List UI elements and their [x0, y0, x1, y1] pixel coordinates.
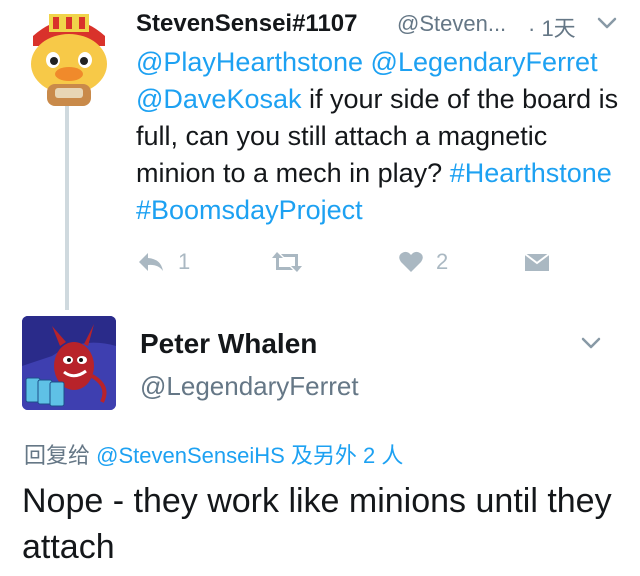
reply-context: 回复给 @StevenSenseiHS 及另外 2 人	[24, 438, 403, 470]
thread-connector-line	[65, 100, 69, 310]
reply-count: 1	[178, 249, 191, 274]
reply-others-link[interactable]: 及另外 2 人	[291, 443, 403, 468]
tweet-actions: 1 2	[136, 245, 556, 279]
retweet-icon	[270, 249, 304, 275]
direct-message-button[interactable]	[524, 245, 550, 279]
author-name[interactable]: Peter Whalen	[140, 328, 317, 360]
duck-avatar-icon	[19, 6, 119, 106]
mention-link[interactable]: @PlayHearthstone	[136, 47, 363, 77]
devil-avatar-icon	[22, 316, 116, 410]
like-button[interactable]: 2	[398, 245, 448, 279]
hashtag-link[interactable]: #BoomsdayProject	[136, 195, 363, 225]
retweet-button[interactable]	[270, 245, 304, 279]
reply-icon	[136, 250, 166, 274]
reply-to-handle-link[interactable]: @StevenSenseiHS	[96, 443, 285, 468]
avatar[interactable]	[19, 6, 119, 106]
author-handle[interactable]: @LegendaryFerret	[140, 371, 359, 402]
envelope-icon	[524, 251, 550, 273]
chevron-down-icon[interactable]	[596, 14, 618, 32]
author-handle[interactable]: @Steven...	[397, 11, 506, 37]
mention-link[interactable]: @LegendaryFerret	[371, 47, 598, 77]
author-name[interactable]: StevenSensei#1107	[136, 10, 358, 38]
tweet-text: @PlayHearthstone @LegendaryFerret @DaveK…	[136, 44, 631, 229]
like-count: 2	[436, 249, 449, 274]
tweet-text: Nope - they work like minions until they…	[22, 482, 612, 566]
reply-prefix: 回复给	[24, 443, 91, 468]
heart-icon	[398, 250, 424, 274]
hashtag-link[interactable]: #Hearthstone	[450, 158, 612, 188]
reply-button[interactable]: 1	[136, 245, 190, 279]
mention-link[interactable]: @DaveKosak	[136, 84, 301, 114]
timestamp[interactable]: · 1天	[528, 11, 576, 43]
avatar[interactable]	[22, 316, 116, 410]
chevron-down-icon[interactable]	[580, 334, 602, 352]
